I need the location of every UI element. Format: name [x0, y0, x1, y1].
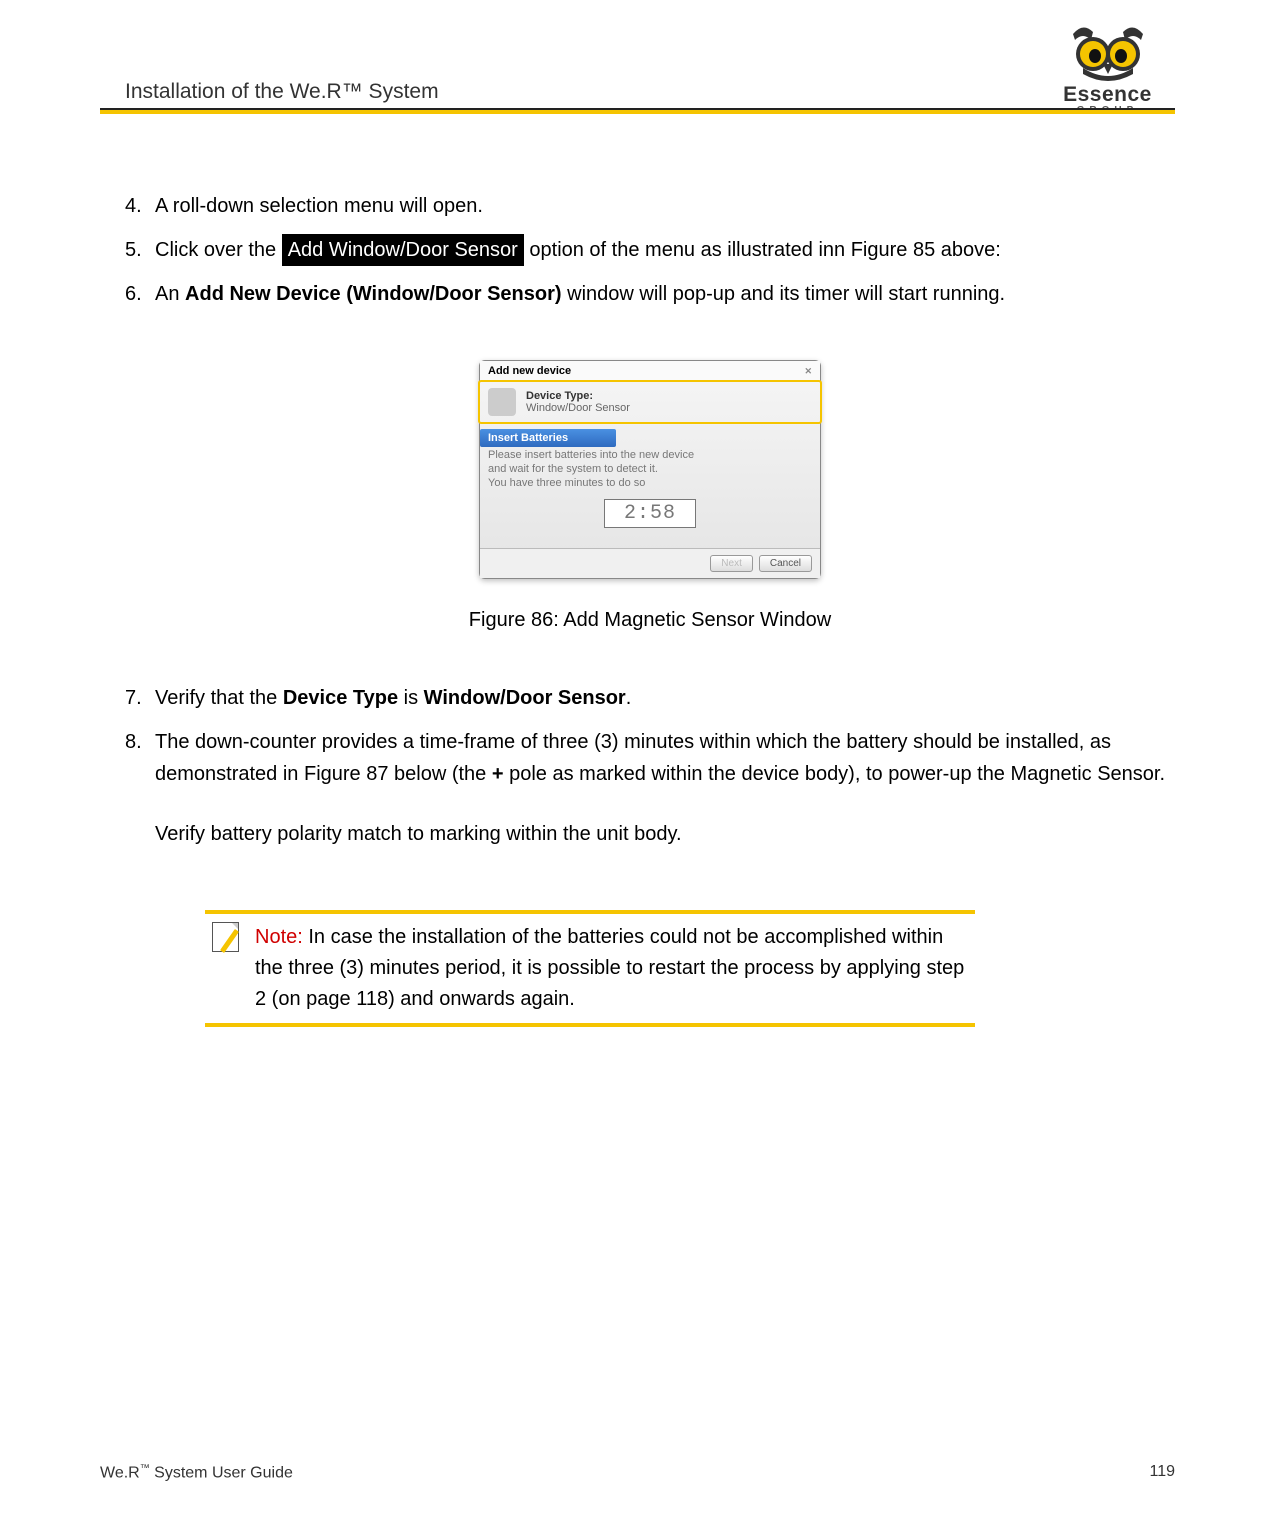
owl-icon — [1063, 24, 1153, 84]
figure-caption: Figure 86: Add Magnetic Sensor Window — [125, 609, 1175, 632]
menu-option-chip: Add Window/Door Sensor — [282, 234, 524, 266]
note-bottom-rule — [205, 1023, 975, 1027]
device-type-value: Window/Door Sensor — [526, 402, 630, 414]
step-text: The down-counter provides a time-frame o… — [155, 726, 1175, 850]
step-4: 4. A roll-down selection menu will open. — [125, 190, 1175, 222]
page-number: 119 — [1149, 1463, 1175, 1482]
dialog-body-line: You have three minutes to do so — [488, 477, 812, 489]
add-new-device-dialog: Add new device ✕ Device Type: Window/Doo… — [479, 360, 821, 579]
device-type-row: Device Type: Window/Door Sensor — [480, 382, 820, 423]
next-button[interactable]: Next — [710, 555, 753, 572]
note-block: Note: In case the installation of the ba… — [205, 910, 975, 1027]
dialog-body-line: Please insert batteries into the new dev… — [488, 449, 812, 461]
header-title: Installation of the We.R™ System — [125, 80, 439, 110]
header-rule — [100, 108, 1175, 114]
sensor-icon — [488, 388, 516, 416]
plus-symbol: + — [492, 763, 504, 785]
brand-logo: Essence GROUP — [1040, 24, 1175, 116]
brand-name: Essence — [1063, 84, 1152, 105]
step-text: An Add New Device (Window/Door Sensor) w… — [155, 278, 1175, 310]
step-7: 7. Verify that the Device Type is Window… — [125, 682, 1175, 714]
step-number: 8. — [125, 726, 155, 850]
dialog-title: Add new device — [488, 365, 571, 377]
note-label: Note: — [255, 926, 303, 948]
dialog-body-line: and wait for the system to detect it. — [488, 463, 812, 475]
step-text: Click over the Add Window/Door Sensor op… — [155, 234, 1175, 266]
step-number: 6. — [125, 278, 155, 310]
device-type-label: Device Type: — [526, 390, 630, 402]
step-5: 5. Click over the Add Window/Door Sensor… — [125, 234, 1175, 266]
step-number: 5. — [125, 234, 155, 266]
step-6: 6. An Add New Device (Window/Door Sensor… — [125, 278, 1175, 310]
note-text: Note: In case the installation of the ba… — [255, 922, 971, 1015]
countdown-timer: 2:58 — [604, 499, 696, 528]
insert-batteries-tab: Insert Batteries — [480, 429, 616, 447]
close-icon[interactable]: ✕ — [804, 366, 812, 377]
page-header: Installation of the We.R™ System Essence… — [0, 0, 1275, 110]
footer-left: We.R™ System User Guide — [100, 1463, 293, 1482]
page-footer: We.R™ System User Guide 119 — [100, 1463, 1175, 1482]
note-icon — [209, 922, 241, 954]
step-number: 7. — [125, 682, 155, 714]
step-text: Verify that the Device Type is Window/Do… — [155, 682, 1175, 714]
step-text: A roll-down selection menu will open. — [155, 190, 1175, 222]
cancel-button[interactable]: Cancel — [759, 555, 812, 572]
step-number: 4. — [125, 190, 155, 222]
step-8: 8. The down-counter provides a time-fram… — [125, 726, 1175, 850]
window-name: Add New Device (Window/Door Sensor) — [185, 283, 562, 305]
